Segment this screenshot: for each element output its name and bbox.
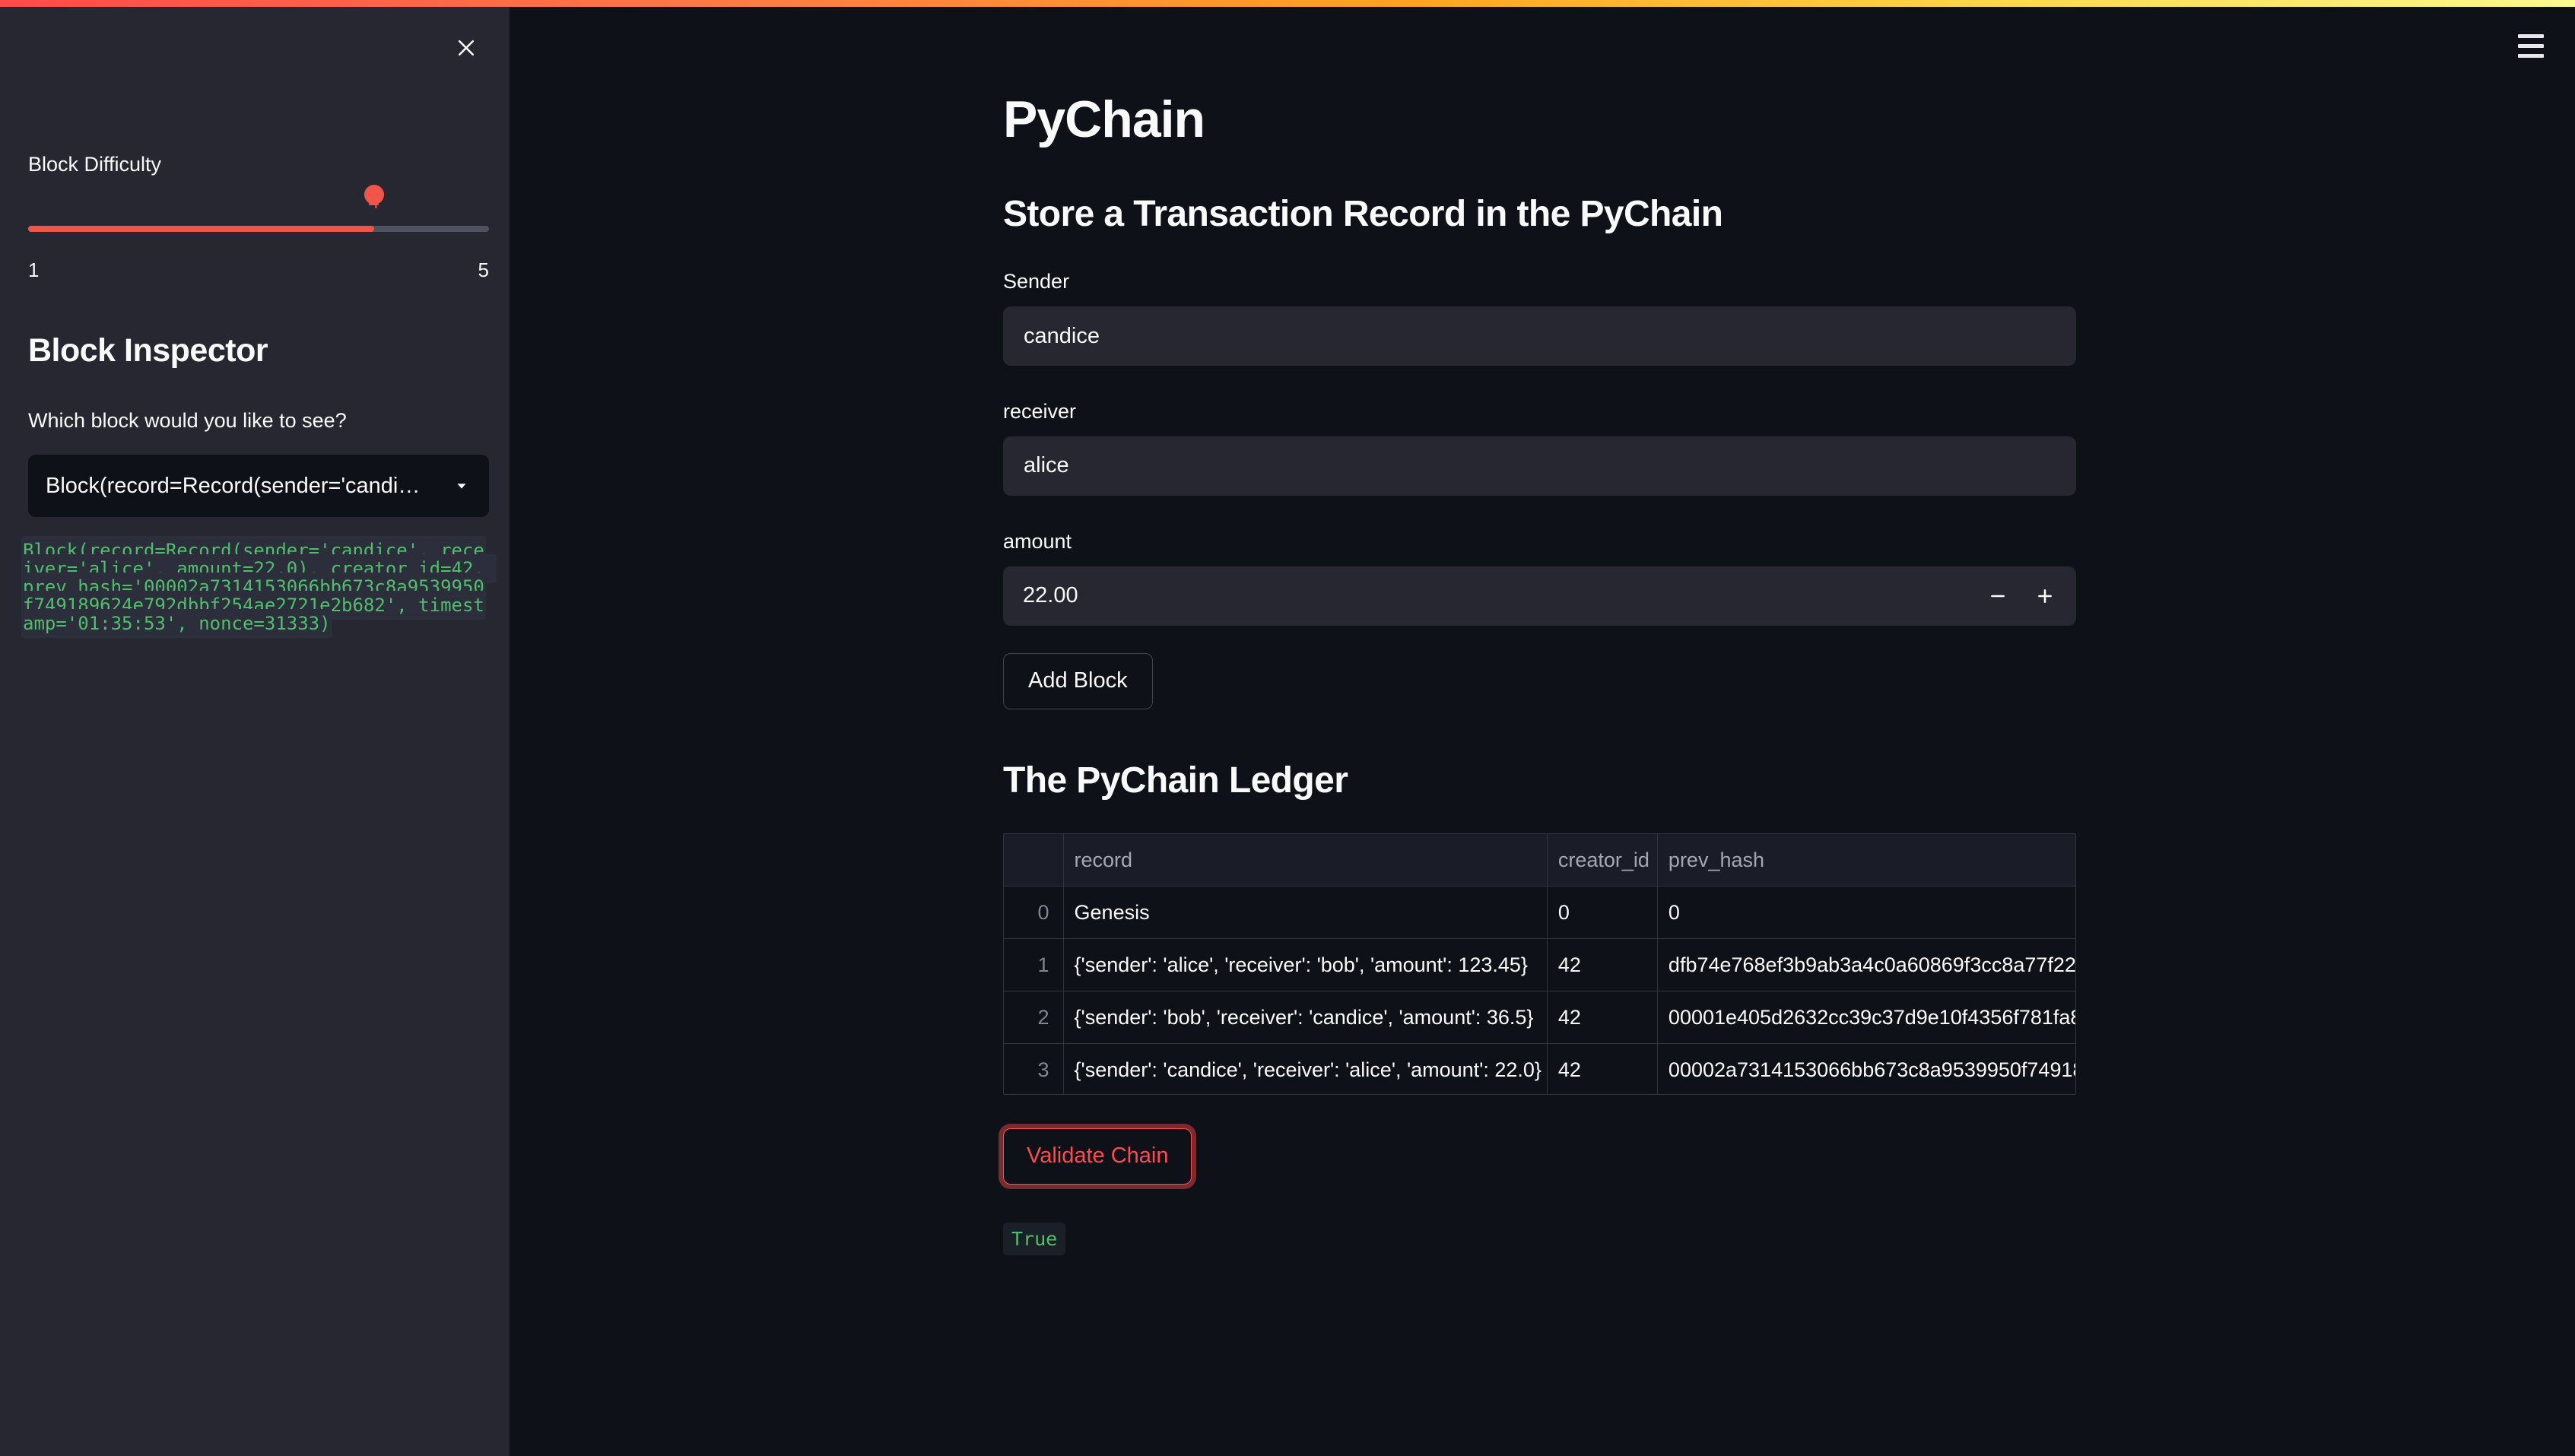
slider-thumb[interactable] [364, 185, 384, 205]
column-header-prev-hash: prev_hash [1657, 833, 2075, 887]
slider-max-label: 5 [478, 259, 489, 281]
transaction-form-title: Store a Transaction Record in the PyChai… [1003, 193, 1723, 234]
row-prev-hash: 00002a7314153066bb673c8a9539950f7491896 [1657, 1043, 2075, 1094]
column-header-index [1004, 833, 1064, 887]
hamburger-bar [2518, 43, 2544, 48]
block-select-value: Block(record=Record(sender='candi… [46, 473, 421, 498]
sender-input[interactable]: candice [1003, 306, 2076, 366]
sender-label: Sender [1003, 270, 1070, 293]
block-select-label: Which block would you like to see? [28, 409, 347, 432]
row-prev-hash: 0 [1657, 886, 2075, 940]
table-header-row: record creator_id prev_hash [1004, 833, 2075, 887]
block-detail-code: Block(record=Record(sender='candice', re… [21, 536, 497, 638]
row-record: {'sender': 'candice', 'receiver': 'alice… [1063, 1043, 1548, 1094]
slider-fill [28, 226, 374, 232]
amount-label: amount [1003, 529, 1072, 553]
sidebar-content: Block Difficulty 4 1 5 Block Inspector W… [0, 0, 510, 1456]
hamburger-bar [2518, 33, 2544, 38]
amount-input-value[interactable]: 22.00 [1023, 583, 1974, 608]
table-row: 0 Genesis 0 0 [1004, 886, 2075, 940]
row-index: 0 [1004, 886, 1064, 940]
hamburger-bar [2518, 53, 2544, 58]
slider-label: Block Difficulty [28, 153, 162, 176]
table-row: 2 {'sender': 'bob', 'receiver': 'candice… [1004, 991, 2075, 1045]
ledger-table-head: record creator_id prev_hash [1004, 833, 2075, 887]
row-record: {'sender': 'bob', 'receiver': 'candice',… [1063, 991, 1548, 1045]
block-select[interactable]: Block(record=Record(sender='candi… [28, 455, 489, 517]
ledger-table-container[interactable]: record creator_id prev_hash 0 Genesis 0 … [1003, 833, 2076, 1095]
row-prev-hash: 00001e405d2632cc39c37d9e10f4356f781fa8e8 [1657, 991, 2075, 1045]
sender-input-value: candice [1024, 323, 1100, 348]
row-creator-id: 42 [1547, 991, 1658, 1045]
row-record: {'sender': 'alice', 'receiver': 'bob', '… [1063, 938, 1548, 992]
page-title: PyChain [1003, 90, 1205, 148]
slider-tick-labels: 1 5 [28, 259, 489, 282]
receiver-input[interactable]: alice [1003, 436, 2076, 496]
row-index: 1 [1004, 938, 1064, 992]
row-index: 3 [1004, 1043, 1064, 1094]
validation-result: True [1003, 1222, 1066, 1255]
sidebar: Block Difficulty 4 1 5 Block Inspector W… [0, 0, 510, 1456]
slider-track[interactable] [28, 226, 489, 232]
row-record: Genesis [1063, 886, 1548, 940]
row-index: 2 [1004, 991, 1064, 1045]
chevron-down-icon [452, 476, 472, 496]
block-inspector-heading: Block Inspector [28, 332, 268, 369]
ledger-table-body: 0 Genesis 0 0 1 {'sender': 'alice', 'rec… [1004, 886, 2075, 1094]
ledger-title: The PyChain Ledger [1003, 760, 1348, 801]
hamburger-menu-icon[interactable] [2508, 23, 2554, 68]
row-creator-id: 42 [1547, 1043, 1658, 1094]
receiver-input-value: alice [1024, 453, 1069, 478]
receiver-label: receiver [1003, 400, 1077, 423]
column-header-creator-id: creator_id [1547, 833, 1658, 887]
row-prev-hash: dfb74e768ef3b9ab3a4c0a60869f3cc8a77f22a9 [1657, 938, 2075, 992]
table-row: 3 {'sender': 'candice', 'receiver': 'ali… [1004, 1043, 2075, 1094]
minus-icon[interactable] [1974, 566, 2021, 626]
ledger-table: record creator_id prev_hash 0 Genesis 0 … [1004, 833, 2075, 1094]
add-block-button[interactable]: Add Block [1003, 652, 1153, 709]
page-loading-gradient-bar [0, 0, 2575, 7]
close-icon [458, 40, 475, 56]
page-body: PyChain Store a Transaction Record in th… [1003, 0, 2106, 1255]
sidebar-close-button[interactable] [444, 26, 488, 70]
slider-min-label: 1 [28, 259, 40, 281]
row-creator-id: 0 [1547, 886, 1658, 940]
validate-chain-button[interactable]: Validate Chain [1003, 1128, 1192, 1185]
table-row: 1 {'sender': 'alice', 'receiver': 'bob',… [1004, 938, 2075, 992]
block-detail-text: Block(record=Record(sender='candice', re… [21, 536, 497, 638]
main-content: PyChain Store a Transaction Record in th… [510, 0, 2575, 1456]
row-creator-id: 42 [1547, 938, 1658, 992]
column-header-record: record [1063, 833, 1548, 887]
amount-stepper[interactable]: 22.00 [1003, 566, 2076, 626]
plus-icon[interactable] [2021, 566, 2069, 626]
